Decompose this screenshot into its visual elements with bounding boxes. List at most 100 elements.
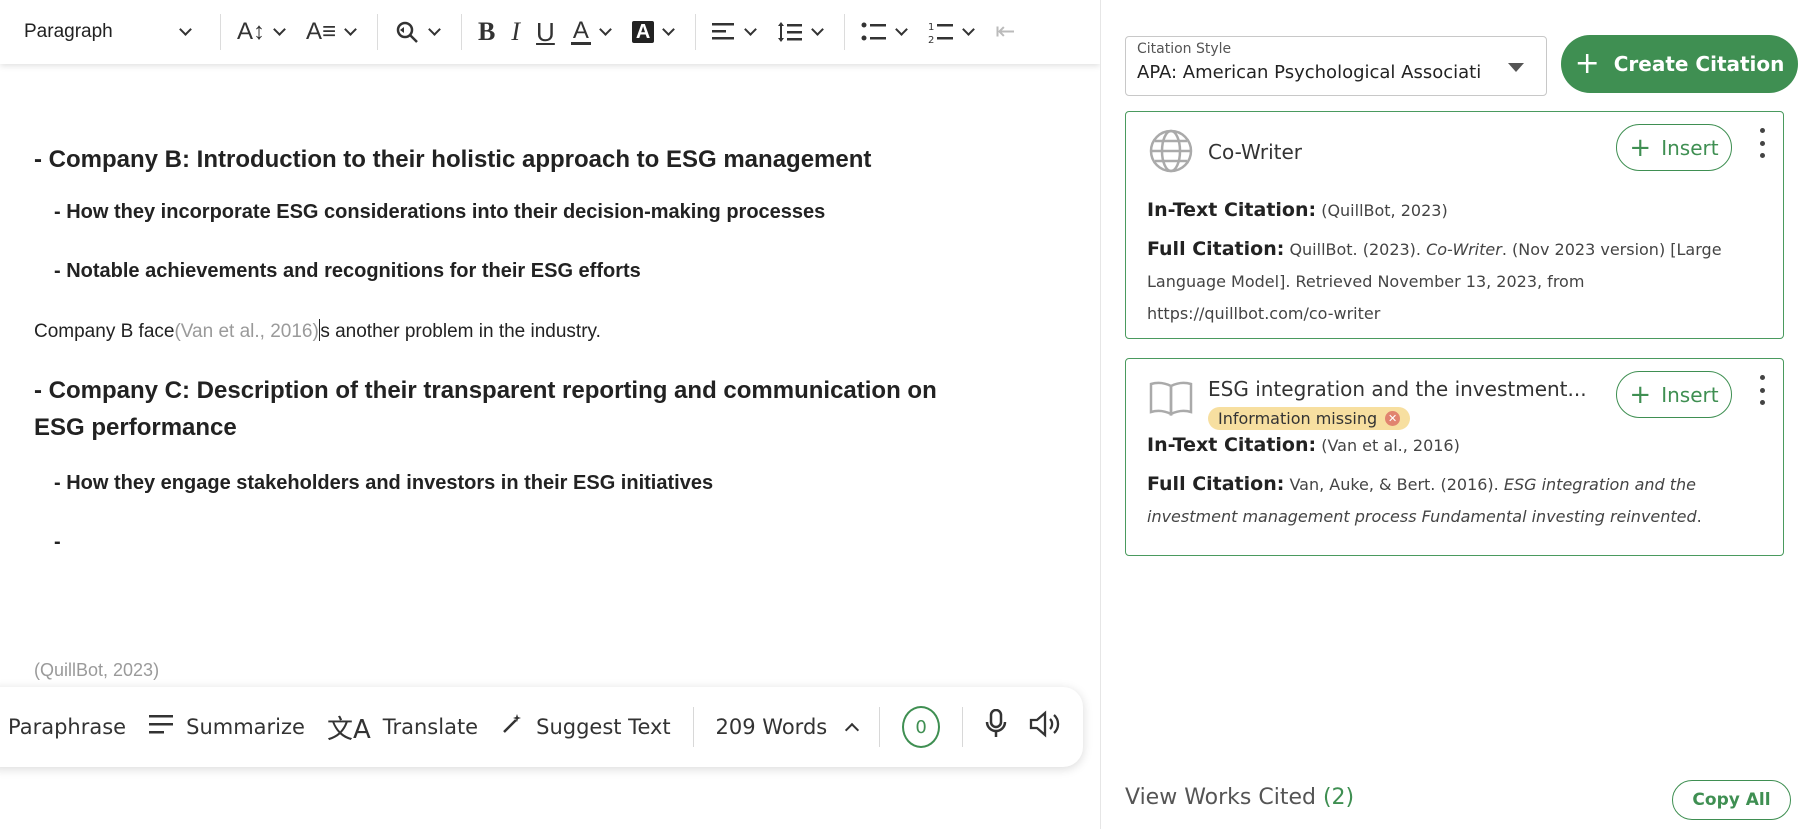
full-citation-line: Full Citation: Van, Auke, & Bert. (2016)… [1147,468,1757,533]
outdent-button[interactable]: ⇤ [987,0,1023,64]
paraphrase-button[interactable]: Paraphrase [8,715,126,739]
chevron-down-icon [273,23,286,36]
view-works-cited-link[interactable]: View Works Cited (2) [1125,785,1354,810]
bold-button[interactable]: B [470,0,503,64]
citation-style-select[interactable]: Citation Style APA: American Psychologic… [1125,36,1547,96]
toolbar-divider [461,14,463,50]
line-spacing-control[interactable] [769,0,836,64]
plus-icon: + [1574,46,1600,81]
globe-icon [1148,128,1194,179]
bullet-list-control[interactable] [853,0,920,64]
italic-button[interactable]: I [503,0,528,64]
paragraph-style-value: Paragraph [24,21,113,42]
inline-citation-van[interactable]: (Van et al., 2016) [174,321,318,342]
citation-card-co-writer[interactable]: Co-Writer + Insert In-Text Citation: (Qu… [1125,111,1784,339]
chevron-down-icon [428,23,441,36]
full-citation-label: Full Citation: [1147,473,1285,495]
issues-count-indicator[interactable]: 0 [902,706,941,748]
card-title: ESG integration and the investment... [1208,377,1587,401]
insert-button[interactable]: + Insert [1616,124,1732,171]
bottom-bar-divider [879,707,881,747]
read-aloud-button[interactable] [1029,709,1061,745]
bottom-bar-divider [692,707,694,747]
paragraph-style-select[interactable]: Paragraph [0,0,212,64]
formatting-toolbar: Paragraph A↕ A≡ B I U A A 1 2 ⇤ [0,0,1100,64]
chevron-down-icon [744,23,758,36]
copy-all-button[interactable]: Copy All [1672,780,1791,820]
information-missing-badge[interactable]: Information missing ✕ [1208,407,1411,430]
create-citation-button[interactable]: + Create Citation [1561,35,1798,93]
in-text-citation-value: (QuillBot, 2023) [1321,201,1448,220]
suggest-text-label: Suggest Text [536,715,671,739]
toolbar-divider [377,14,379,50]
underline-icon: U [536,17,555,47]
svg-text:1: 1 [928,22,934,33]
highlight-color-control[interactable]: A [624,0,687,64]
plus-icon: + [1629,132,1652,163]
speaker-icon [1029,709,1061,745]
full-citation-pre: Van, Auke, & Bert. (2016). [1289,475,1504,494]
card-header: ESG integration and the investment... In… [1148,375,1587,430]
text-color-control[interactable]: A [563,0,624,64]
dictation-button[interactable] [985,708,1007,746]
document-body[interactable]: - Company B: Introduction to their holis… [34,130,1034,556]
translate-label: Translate [382,715,479,739]
bottom-bar-divider [962,707,963,747]
numbered-list-control[interactable]: 12 [920,0,987,64]
full-citation-label: Full Citation: [1147,238,1285,260]
translate-button[interactable]: 文A Translate [327,709,478,746]
inline-citation-quillbot[interactable]: (QuillBot, 2023) [34,660,159,681]
more-options-icon[interactable] [1757,128,1767,158]
insert-label: Insert [1661,382,1719,407]
full-citation-line: Full Citation: QuillBot. (2023). Co-Writ… [1147,233,1757,330]
toolbar-divider [220,14,221,50]
copy-all-label: Copy All [1692,790,1771,810]
chevron-down-icon [662,23,676,36]
outdent-icon: ⇤ [995,18,1016,45]
full-citation-post: . [1696,507,1702,526]
subheading-c1: - How they engage stakeholders and inves… [54,472,714,494]
citation-card-esg-integration[interactable]: ESG integration and the investment... In… [1125,358,1784,556]
subheading-b2: - Notable achievements and recognitions … [54,260,641,282]
word-count-label: 209 Words [715,715,828,739]
translate-icon: 文A [326,714,371,745]
book-icon [1148,375,1194,426]
insert-label: Insert [1661,135,1719,160]
word-count-button[interactable]: 209 Words [715,715,860,739]
microphone-icon [985,708,1007,746]
chevron-down-icon [344,23,357,36]
chevron-up-icon [845,722,860,738]
summarize-label: Summarize [186,715,305,739]
more-options-icon[interactable] [1757,375,1767,405]
bottom-action-bar: Paraphrase Summarize 文A Translate Sugges… [0,687,1083,767]
align-control[interactable] [704,0,769,64]
full-citation-title: Co-Writer [1426,240,1502,259]
heading-company-c: - Company C: Description of their transp… [34,377,937,441]
font-style-icon: A≡ [306,18,337,45]
editor-pane: Paragraph A↕ A≡ B I U A A 1 2 ⇤ - Compan… [0,0,1100,829]
paraphrase-label: Paraphrase [8,715,127,739]
suggest-text-button[interactable]: Suggest Text [500,712,671,743]
font-style-control[interactable]: A≡ [298,0,369,64]
paragraph-text-after: s another problem in the industry. [320,321,601,342]
toolbar-divider [695,14,697,50]
in-text-citation-label: In-Text Citation: [1147,434,1317,456]
text-size-control[interactable]: A↕ [229,0,298,64]
in-text-citation-line: In-Text Citation: (Van et al., 2016) [1147,429,1757,462]
heading-company-b: - Company B: Introduction to their holis… [34,146,872,173]
citation-panel: Citation Style APA: American Psychologic… [1100,0,1813,829]
paragraph-company-b: Company B face(Van et al., 2016)s anothe… [34,318,1034,346]
toolbar-divider [844,14,846,50]
chevron-down-icon [598,23,612,36]
bold-icon: B [478,17,496,46]
underline-button[interactable]: U [528,0,563,64]
insert-button[interactable]: + Insert [1616,371,1732,418]
summarize-button[interactable]: Summarize [148,712,305,742]
bullet-list-icon [861,22,887,42]
card-header: Co-Writer [1148,128,1302,179]
badge-label: Information missing [1218,409,1378,428]
find-replace-control[interactable] [386,0,453,64]
chevron-down-icon [962,23,976,36]
works-cited-label: View Works Cited [1125,785,1316,810]
in-text-citation-label: In-Text Citation: [1147,199,1317,221]
